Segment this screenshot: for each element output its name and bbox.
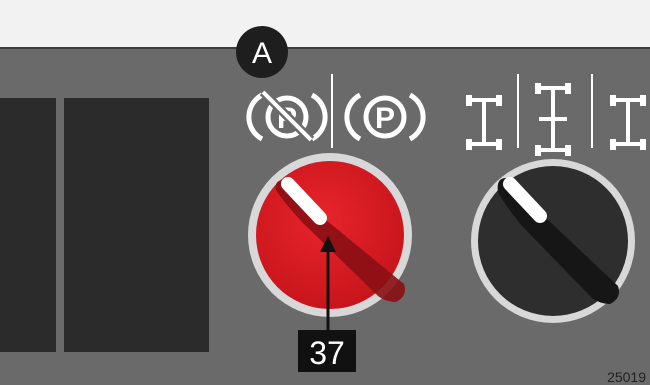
- callout-37-badge: 37: [298, 330, 356, 372]
- axle-mode-2-icon: [535, 83, 571, 156]
- parking-brake-applied-letter: P: [375, 102, 395, 135]
- dark-block-center: [64, 98, 209, 352]
- callout-37-label: 37: [309, 335, 345, 371]
- callout-a-badge: A: [236, 26, 288, 78]
- figure-code: 25019: [607, 369, 646, 385]
- dark-block-left: [0, 98, 56, 352]
- top-strip: [0, 0, 650, 48]
- axle-mode-knob[interactable]: [471, 159, 635, 323]
- panel-svg: P P: [0, 0, 650, 385]
- control-panel-diagram: P P: [0, 0, 650, 385]
- parking-brake-knob[interactable]: [248, 153, 412, 317]
- callout-a-label: A: [252, 37, 272, 70]
